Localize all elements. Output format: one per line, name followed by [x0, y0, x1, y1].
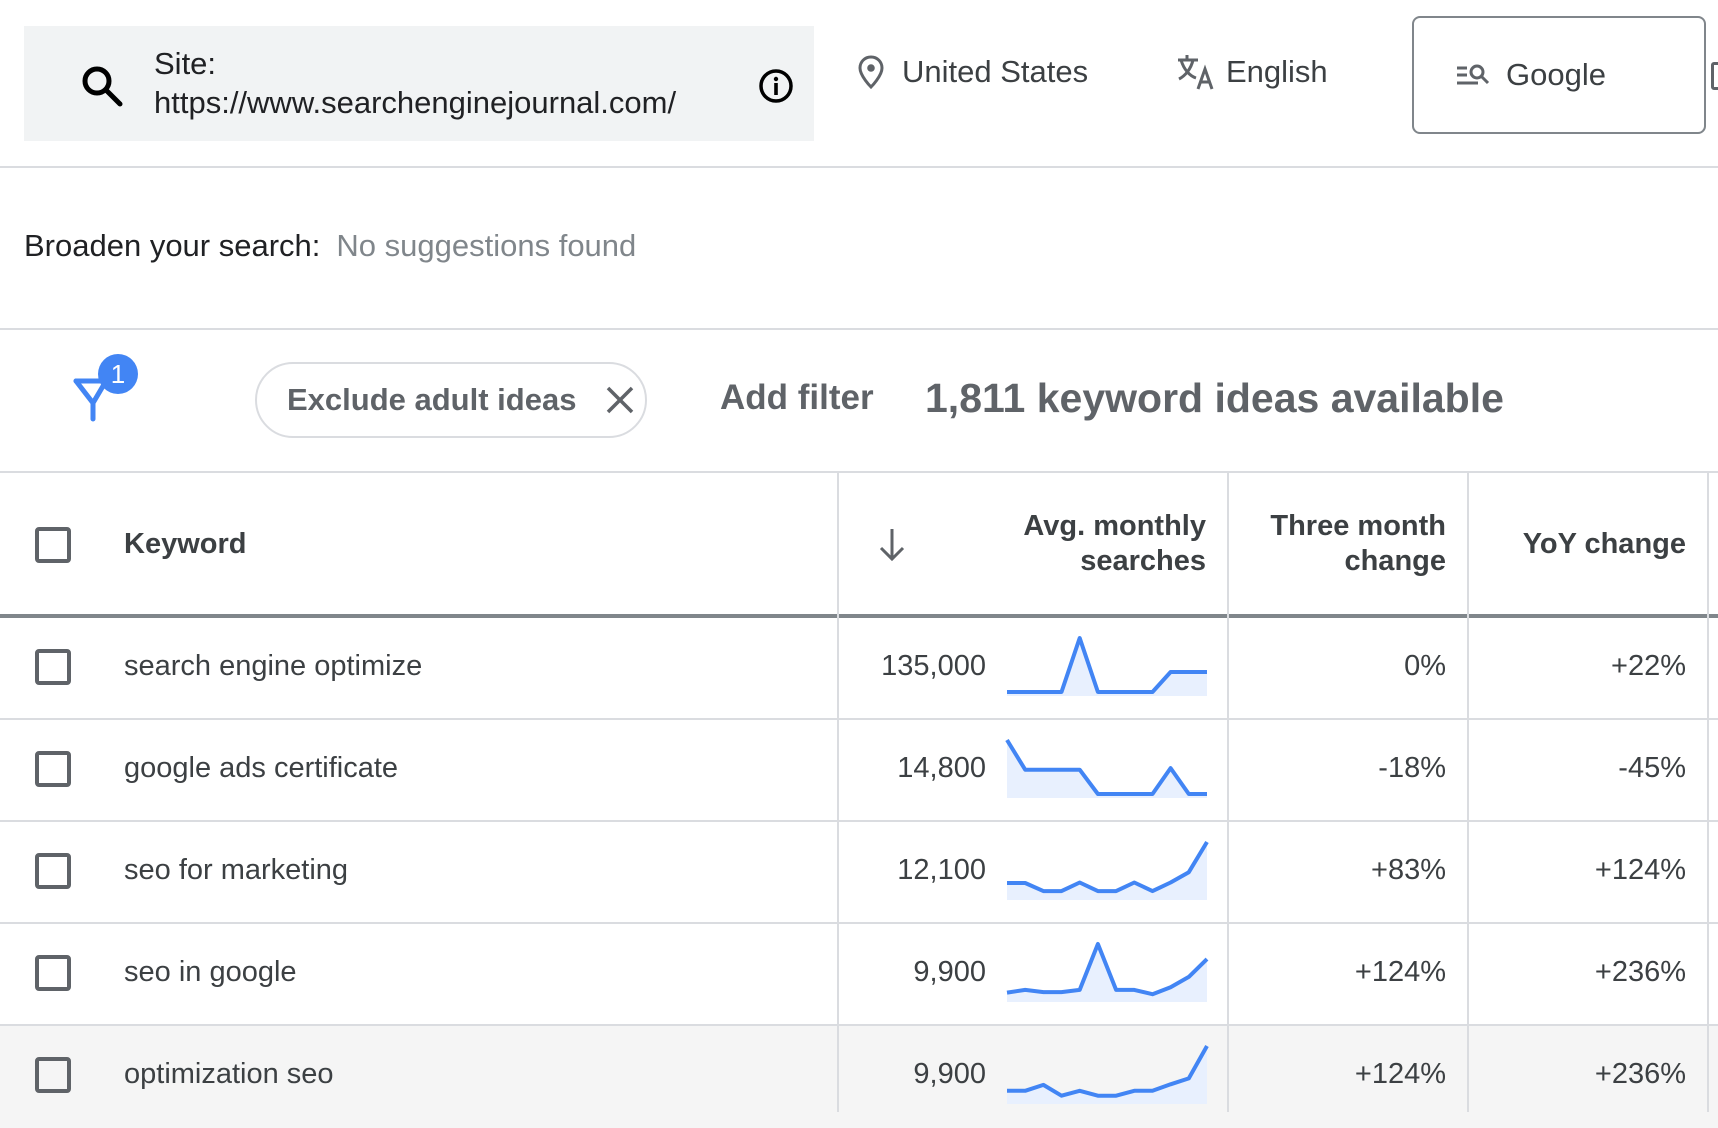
table-row[interactable]: optimization seo 9,900 +124% +236%: [0, 1026, 1718, 1128]
yoy-change-cell: +124%: [1594, 854, 1686, 886]
avg-monthly-searches-cell: 9,900: [913, 956, 986, 988]
three-month-change-cell: +124%: [1354, 1058, 1446, 1090]
trend-sparkline: [1007, 636, 1207, 696]
language-label: English: [1226, 54, 1328, 89]
filter-count-badge: 1: [98, 354, 138, 394]
info-icon[interactable]: [756, 66, 796, 106]
keyword-cell: search engine optimize: [124, 650, 423, 682]
three-month-change-cell: 0%: [1404, 650, 1446, 682]
yoy-change-cell: -45%: [1618, 752, 1686, 784]
column-divider: [837, 471, 839, 1112]
filter-chip-label: Exclude adult ideas: [287, 382, 577, 417]
column-header-avg-monthly-searches[interactable]: Avg. monthly searches: [1023, 509, 1206, 579]
row-checkbox[interactable]: [35, 1057, 71, 1093]
translate-icon: [1178, 55, 1214, 90]
add-filter-button[interactable]: Add filter: [720, 378, 874, 418]
search-label: Site:: [154, 46, 217, 81]
column-divider: [1467, 471, 1469, 1112]
table-row[interactable]: seo in google 9,900 +124% +236%: [0, 924, 1718, 1026]
header-line: Three month: [1270, 510, 1446, 542]
row-checkbox[interactable]: [35, 751, 71, 787]
location-pin-icon: [858, 55, 884, 89]
table-row[interactable]: seo for marketing 12,100 +83% +124%: [0, 822, 1718, 924]
trend-sparkline: [1007, 840, 1209, 900]
search-value: https://www.searchenginejournal.com/: [154, 85, 677, 120]
three-month-change-cell: -18%: [1378, 752, 1446, 784]
header-line: searches: [1080, 545, 1206, 577]
broaden-label: Broaden your search:: [24, 228, 321, 263]
yoy-change-cell: +236%: [1594, 956, 1686, 988]
table-row[interactable]: search engine optimize 135,000 0% +22%: [0, 618, 1718, 720]
header-line: Avg. monthly: [1023, 510, 1206, 542]
keyword-cell: seo for marketing: [124, 854, 349, 886]
location-selector[interactable]: United States: [858, 54, 1088, 90]
column-header-yoy-change[interactable]: YoY change: [1523, 527, 1686, 562]
keyword-ideas-count: 1,811 keyword ideas available: [925, 375, 1504, 421]
filter-chip-exclude-adult[interactable]: Exclude adult ideas: [255, 362, 647, 438]
search-icon: [82, 66, 123, 107]
trend-sparkline: [1007, 1045, 1209, 1104]
avg-monthly-searches-cell: 135,000: [881, 650, 986, 682]
three-month-change-cell: +83%: [1371, 854, 1446, 886]
keyword-cell: optimization seo: [124, 1058, 334, 1090]
trend-area: [1007, 638, 1207, 696]
three-month-change-cell: +124%: [1354, 956, 1446, 988]
trend-sparkline: [1006, 942, 1209, 1002]
language-selector[interactable]: English: [1176, 54, 1328, 90]
row-checkbox[interactable]: [35, 649, 71, 685]
table-row[interactable]: google ads certificate 14,800 -18% -45%: [0, 720, 1718, 822]
location-label: United States: [902, 54, 1089, 89]
search-engine-selector[interactable]: Google: [1412, 16, 1706, 134]
yoy-change-cell: +236%: [1594, 1058, 1686, 1090]
broaden-suggestions: No suggestions found: [336, 228, 637, 263]
header-line: change: [1344, 545, 1446, 577]
row-checkbox[interactable]: [35, 955, 71, 991]
table-header: Keyword Avg. monthly searches Three mont…: [0, 471, 1718, 618]
select-all-checkbox[interactable]: [35, 527, 71, 563]
keyword-table: Keyword Avg. monthly searches Three mont…: [0, 471, 1718, 1128]
search-engine-label: Google: [1506, 57, 1606, 92]
calendar-icon[interactable]: [1711, 62, 1718, 90]
search-list-icon: [1457, 64, 1490, 85]
yoy-change-cell: +22%: [1611, 650, 1686, 682]
arrow-down-icon[interactable]: [876, 525, 908, 565]
close-icon[interactable]: [604, 384, 636, 416]
divider: [0, 328, 1718, 330]
search-query[interactable]: Site: https://www.searchenginejournal.co…: [154, 44, 676, 122]
column-header-keyword[interactable]: Keyword: [124, 527, 246, 562]
keyword-cell: google ads certificate: [124, 752, 399, 784]
column-divider: [1227, 471, 1229, 1112]
column-header-three-month-change[interactable]: Three month change: [1270, 509, 1446, 579]
avg-monthly-searches-cell: 14,800: [897, 752, 986, 784]
trend-sparkline: [1005, 738, 1207, 798]
divider: [0, 166, 1718, 168]
avg-monthly-searches-cell: 12,100: [897, 854, 986, 886]
column-divider: [1707, 471, 1709, 1112]
row-checkbox[interactable]: [35, 853, 71, 889]
keyword-cell: seo in google: [124, 956, 297, 988]
broaden-search: Broaden your search: No suggestions found: [24, 228, 636, 264]
avg-monthly-searches-cell: 9,900: [913, 1058, 986, 1090]
